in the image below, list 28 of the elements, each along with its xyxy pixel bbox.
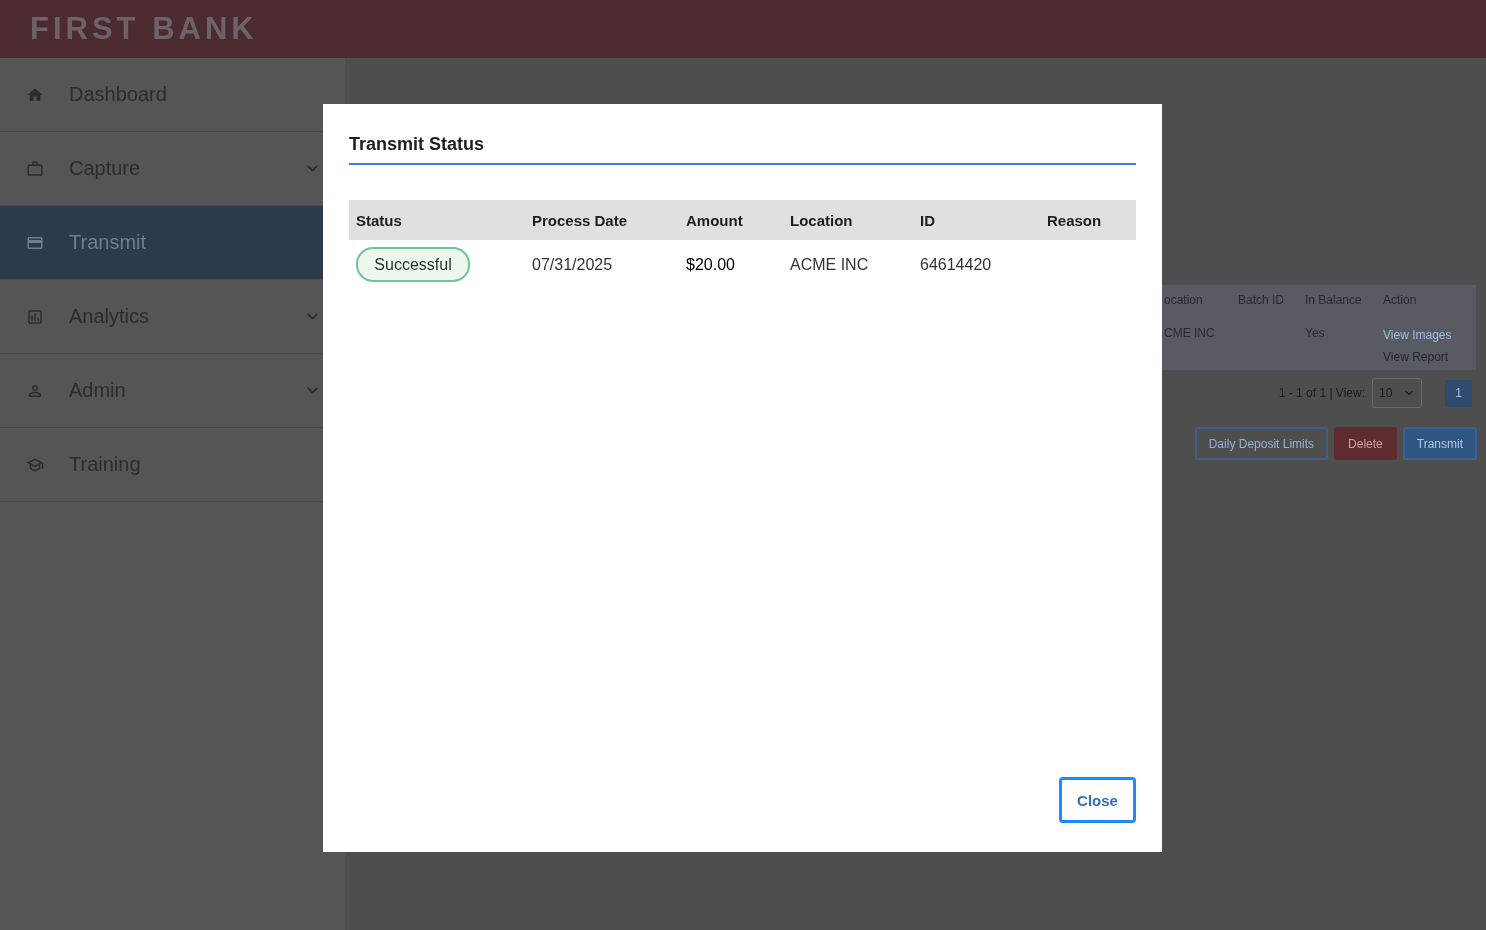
bank-logo: FIRST BANK <box>30 11 258 47</box>
table-cell: CME INC <box>1164 326 1215 340</box>
column-header: Batch ID <box>1238 293 1285 307</box>
column-header: Status <box>356 211 403 229</box>
primary-button[interactable]: Transmit <box>1402 427 1477 460</box>
table-cell-text: ACME INC <box>790 255 870 274</box>
table-cell-text: 07/31/2025 <box>532 255 614 274</box>
column-header: Process Date <box>532 211 629 229</box>
briefcase-icon <box>26 159 44 178</box>
modal-title: Transmit Status <box>349 134 1136 165</box>
column-header: ocation <box>1164 293 1203 307</box>
outline-button[interactable]: Daily Deposit Limits <box>1194 427 1329 460</box>
column-header: Action <box>1383 293 1417 307</box>
column-header: In Balance <box>1305 293 1362 307</box>
column-header: Amount <box>686 211 744 229</box>
delete-button[interactable]: Delete <box>1334 427 1397 460</box>
bar-chart-icon <box>26 307 44 326</box>
column-header: Location <box>790 211 854 229</box>
status-badge: Successful <box>356 247 470 282</box>
close-button[interactable]: Close <box>1059 777 1136 823</box>
sidebar-item[interactable]: Transmit <box>0 206 323 280</box>
page-button[interactable]: 1 <box>1445 379 1472 407</box>
column-header: ID <box>920 211 936 229</box>
column-header: Reason <box>1047 211 1103 229</box>
table-cell: Yes <box>1305 326 1325 340</box>
table-cell-text: 64614420 <box>920 255 993 274</box>
action-link[interactable]: View Images <box>1383 328 1462 342</box>
table-cell-text: $20.00 <box>686 255 736 274</box>
